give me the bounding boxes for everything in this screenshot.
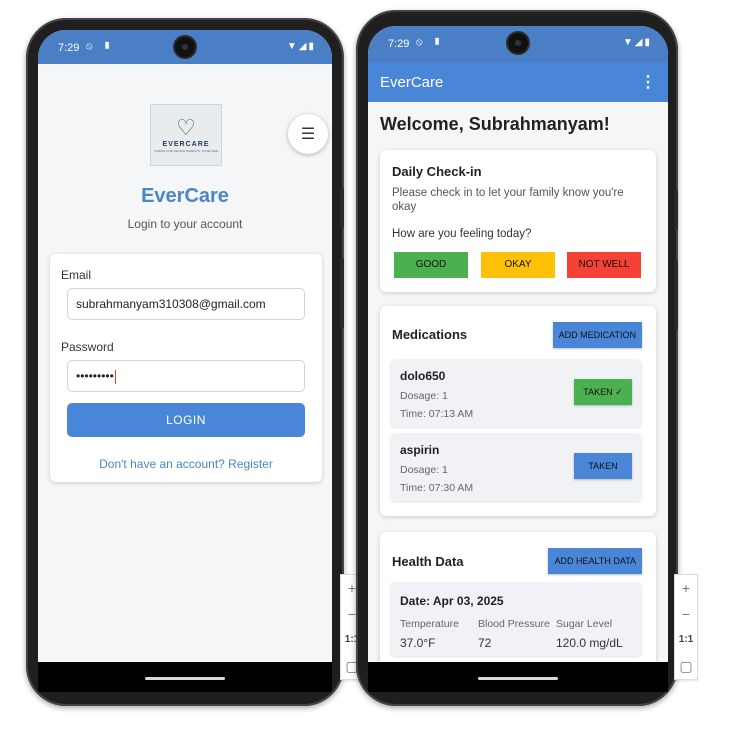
- health-record: Date: Apr 03, 2025 Temperature Blood Pre…: [390, 582, 642, 656]
- notification-icons: ⦸ ▮: [86, 41, 115, 52]
- medication-dosage: Dosage: 1: [400, 390, 448, 402]
- blood-pressure-label: Blood Pressure: [478, 618, 550, 630]
- mood-not-well-button[interactable]: NOT WELL: [567, 252, 641, 278]
- navigation-bar: [368, 662, 668, 692]
- medication-name: dolo650: [400, 369, 446, 383]
- front-camera: [175, 37, 195, 57]
- health-title: Health Data: [392, 554, 464, 569]
- password-label: Password: [61, 340, 114, 354]
- medication-time: Time: 07:13 AM: [400, 408, 474, 420]
- blood-pressure-value: 72: [478, 636, 492, 650]
- status-bar: 7:29 ⦸ ▮ ▼◢▮: [38, 30, 332, 64]
- password-value: •••••••••: [76, 369, 114, 383]
- welcome-heading: Welcome, Subrahmanyam!: [380, 114, 610, 134]
- home-indicator[interactable]: [478, 677, 558, 680]
- login-subtitle: Login to your account: [127, 217, 243, 231]
- health-date: Date: Apr 03, 2025: [400, 594, 504, 608]
- dashboard-screen: 7:29 ⦸ ▮ ▼◢▮ EverCare ⋮ Welcome, Subrahm…: [368, 26, 668, 692]
- more-vert-icon[interactable]: ⋮: [640, 72, 656, 92]
- text-caret: [114, 369, 116, 384]
- status-time: 7:29: [58, 42, 80, 54]
- home-indicator[interactable]: [145, 677, 225, 680]
- heart-logo-icon: ♡: [176, 115, 196, 140]
- login-screen: 7:29 ⦸ ▮ ▼◢▮ ♡ EVERCARE CARING FOR SENIO…: [38, 30, 332, 692]
- medication-dosage: Dosage: 1: [400, 464, 448, 476]
- medication-name: aspirin: [400, 443, 440, 457]
- status-bar: 7:29 ⦸ ▮ ▼◢▮: [368, 26, 668, 62]
- phone-dashboard: 7:29 ⦸ ▮ ▼◢▮ EverCare ⋮ Welcome, Subrahm…: [356, 10, 678, 706]
- daily-checkin-card: Daily Check-in Please check in to let yo…: [380, 150, 656, 292]
- logo-text: EVERCARE: [162, 141, 210, 148]
- checkin-title: Daily Check-in: [392, 164, 482, 179]
- mood-okay-button[interactable]: OKAY: [481, 252, 555, 278]
- checkin-question: How are you feeling today?: [392, 228, 532, 240]
- signal-battery-icons: ▼◢▮: [286, 41, 316, 52]
- email-label: Email: [61, 268, 92, 282]
- zoom-controls-right: + − 1:1 ▢: [674, 574, 698, 680]
- app-bar: EverCare ⋮: [368, 62, 668, 102]
- taken-button[interactable]: TAKEN: [574, 453, 632, 479]
- medications-card: Medications ADD MEDICATION dolo650 Dosag…: [380, 306, 656, 516]
- app-bar-title: EverCare: [380, 74, 444, 91]
- sugar-level-value: 120.0 mg/dL: [556, 636, 623, 650]
- register-link[interactable]: Don't have an account? Register: [50, 457, 322, 471]
- app-name: EverCare: [141, 185, 229, 207]
- email-field[interactable]: subrahmanyam310308@gmail.com: [67, 288, 305, 320]
- mood-good-button[interactable]: GOOD: [394, 252, 468, 278]
- zoom-ratio-button[interactable]: 1:1: [675, 627, 697, 653]
- add-health-data-button[interactable]: ADD HEALTH DATA: [548, 548, 642, 574]
- medication-item: aspirin Dosage: 1 Time: 07:30 AM TAKEN: [390, 433, 642, 501]
- phone-login: 7:29 ⦸ ▮ ▼◢▮ ♡ EVERCARE CARING FOR SENIO…: [26, 18, 344, 706]
- menu-button[interactable]: ☰: [288, 114, 328, 154]
- front-camera: [508, 33, 528, 53]
- medication-time: Time: 07:30 AM: [400, 482, 474, 494]
- medication-item: dolo650 Dosage: 1 Time: 07:13 AM TAKEN ✓: [390, 359, 642, 427]
- login-button[interactable]: LOGIN: [67, 403, 305, 437]
- temperature-value: 37.0°F: [400, 636, 436, 650]
- add-medication-button[interactable]: ADD MEDICATION: [552, 322, 642, 348]
- medications-title: Medications: [392, 327, 468, 342]
- email-value: subrahmanyam310308@gmail.com: [76, 297, 266, 311]
- navigation-bar: [38, 662, 332, 692]
- status-time: 7:29: [388, 38, 410, 50]
- sugar-level-label: Sugar Level: [556, 618, 613, 630]
- logo-subtext: CARING FOR SENIOR PARENTS, TOGETHER: [153, 149, 219, 153]
- evercare-logo: ♡ EVERCARE CARING FOR SENIOR PARENTS, TO…: [150, 104, 222, 166]
- notification-icons: ⦸ ▮: [416, 37, 445, 48]
- zoom-in-button[interactable]: +: [675, 575, 697, 601]
- temperature-label: Temperature: [400, 618, 459, 630]
- password-field[interactable]: •••••••••: [67, 360, 305, 392]
- login-card: Email subrahmanyam310308@gmail.com Passw…: [50, 254, 322, 482]
- hamburger-icon: ☰: [300, 126, 316, 143]
- emulator-stage: 7:29 ⦸ ▮ ▼◢▮ ♡ EVERCARE CARING FOR SENIO…: [0, 0, 729, 732]
- screenshot-icon[interactable]: ▢: [675, 653, 697, 679]
- signal-battery-icons: ▼◢▮: [622, 37, 652, 48]
- checkin-description: Please check in to let your family know …: [392, 187, 624, 213]
- taken-button[interactable]: TAKEN ✓: [574, 379, 632, 405]
- zoom-out-button[interactable]: −: [675, 601, 697, 627]
